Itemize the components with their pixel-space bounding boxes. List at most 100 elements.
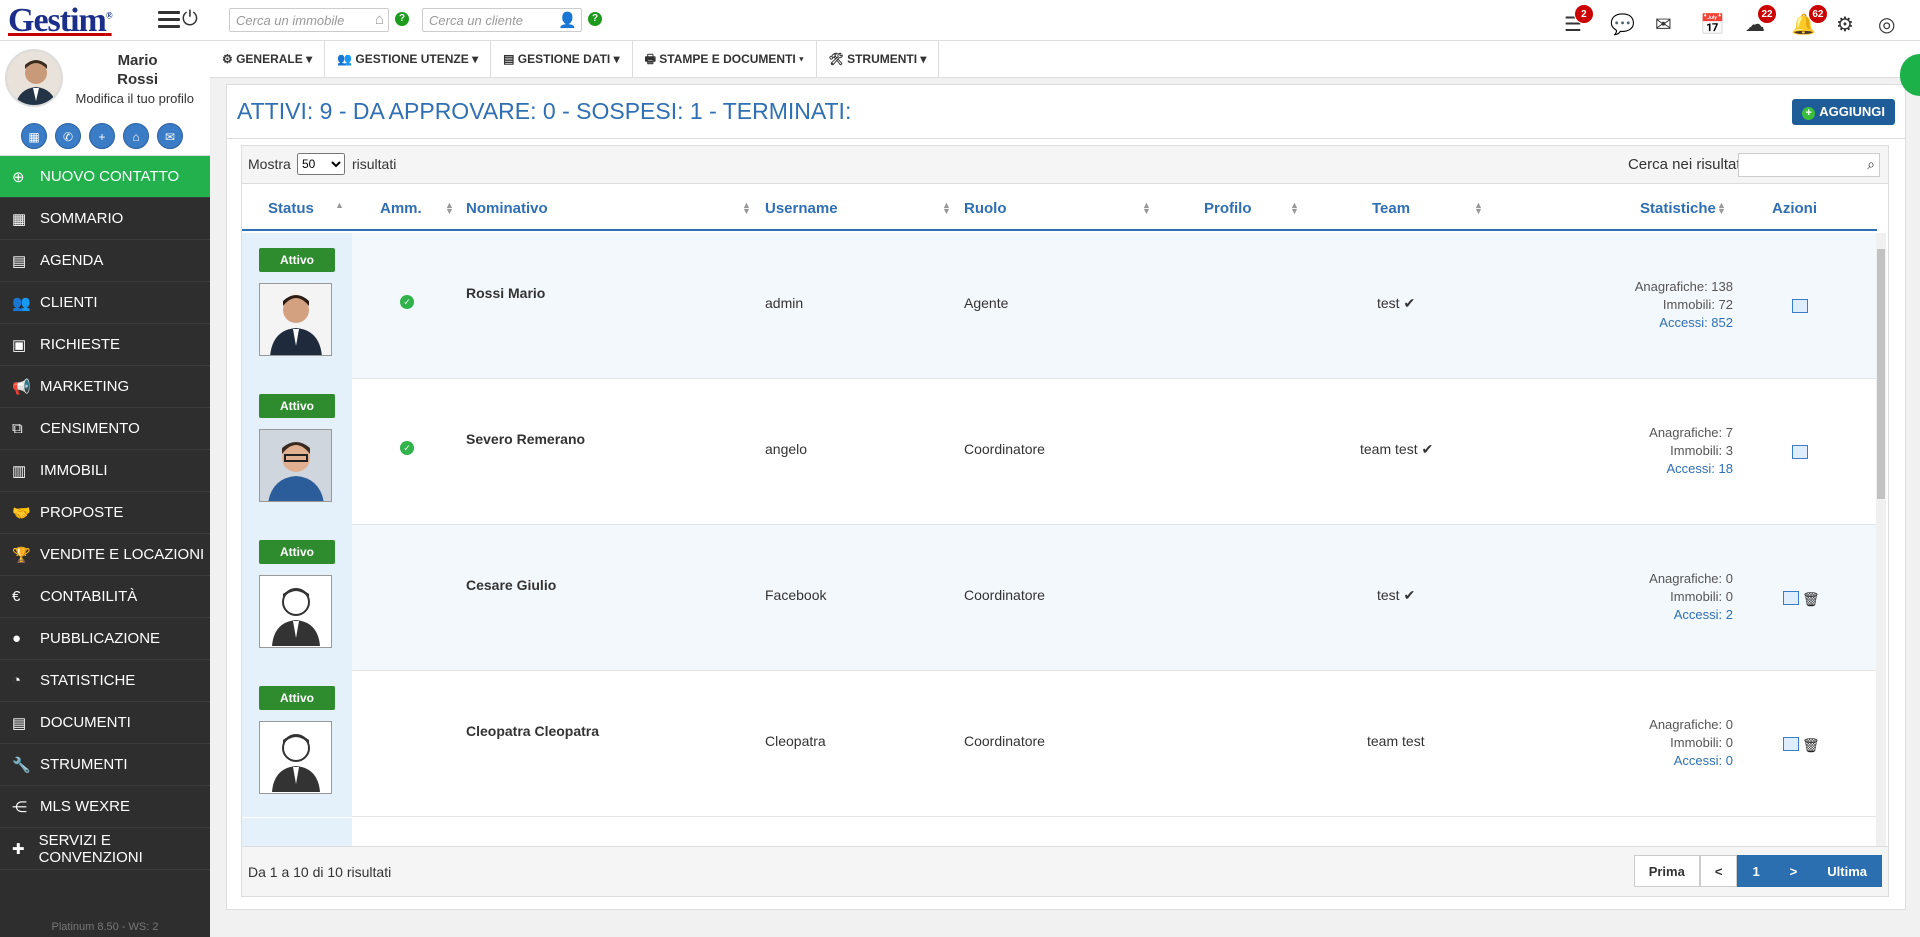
sidebar-item-contabilita[interactable]: € CONTABILITÀ	[0, 576, 210, 618]
sidebar-item-marketing[interactable]: 📢 MARKETING	[0, 366, 210, 408]
col-profilo[interactable]: Profilo	[1204, 200, 1252, 217]
sidebar-item-agenda[interactable]: ▤ AGENDA	[0, 240, 210, 282]
table-row[interactable]: Attivo ✓ Severo Remerano angelo Coordina…	[242, 379, 1877, 525]
col-team[interactable]: Team	[1372, 200, 1410, 217]
sidebar: Mario Rossi Modifica il tuo profilo ▦ ✆ +…	[0, 41, 210, 937]
archive-icon: ▤	[12, 714, 27, 732]
phone-icon[interactable]: ✆	[55, 123, 81, 149]
nav-gestione-dati[interactable]: ▤ GESTIONE DATI ▾	[491, 41, 633, 78]
sidebar-item-vendite[interactable]: 🏆 VENDITE E LOCAZIONI	[0, 534, 210, 576]
wrench-icon: 🔧	[12, 756, 31, 774]
sidebar-item-proposte[interactable]: 🤝 PROPOSTE	[0, 492, 210, 534]
page-size-select[interactable]: 50	[297, 153, 345, 175]
nav-generale[interactable]: ⚙ GENERALE ▾	[210, 41, 326, 78]
sidebar-item-censimento[interactable]: ⧉ CENSIMENTO	[0, 408, 210, 450]
accessi-link[interactable]: Accessi: 2	[1649, 606, 1733, 624]
cloud-icon[interactable]: ☁ 22	[1745, 4, 1777, 37]
mail-icon[interactable]: ✉	[1655, 12, 1672, 37]
home-icon[interactable]: ⌂	[123, 123, 149, 149]
col-nominativo[interactable]: Nominativo	[466, 200, 548, 217]
sidebar-item-immobili[interactable]: ▥ IMMOBILI	[0, 450, 210, 492]
sidebar-item-pubblicazione[interactable]: ● PUBBLICAZIONE	[0, 618, 210, 660]
sidebar-menu: ⊕ NUOVO CONTATTO ▦ SOMMARIO ▤ AGENDA 👥 CLIEN…	[0, 156, 210, 870]
sidebar-item-documenti[interactable]: ▤ DOCUMENTI	[0, 702, 210, 744]
accessi-link[interactable]: Accessi: 852	[1635, 314, 1733, 332]
table-row[interactable]: Attivo ✓ Rossi Mario admin Agente test ✔…	[242, 233, 1877, 379]
top-bar: Gestim® ⏻ Cerca un immobile ⌂ ? Cerca un …	[0, 0, 1920, 41]
plus-circle-icon: ⊕	[12, 168, 25, 186]
page-last-button[interactable]: Ultima	[1812, 855, 1882, 887]
sidebar-item-strumenti[interactable]: 🔧 STRUMENTI	[0, 744, 210, 786]
bell-icon[interactable]: 🔔 62	[1791, 4, 1828, 37]
nav-stampe-documenti[interactable]: 🖶 STAMPE E DOCUMENTI ▾	[633, 41, 817, 78]
add-button[interactable]: + AGGIUNGI	[1792, 99, 1895, 125]
search-property-input[interactable]: Cerca un immobile ⌂	[229, 8, 389, 32]
sidebar-item-richieste[interactable]: ▣ RICHIESTE	[0, 324, 210, 366]
nav-strumenti[interactable]: 🛠 STRUMENTI ▾	[817, 41, 940, 78]
user-photo	[259, 575, 332, 648]
table-row[interactable]: Attivo Cesare Giulio Facebook Coordinato…	[242, 525, 1877, 671]
calendar-icon[interactable]: 📅	[1700, 12, 1725, 37]
status-badge: Attivo	[259, 394, 335, 418]
sidebar-item-servizi[interactable]: ✚ SERVIZI E CONVENZIONI	[0, 828, 210, 870]
plus-icon: +	[1802, 107, 1816, 120]
sidebar-item-clienti[interactable]: 👥 CLIENTI	[0, 282, 210, 324]
page-first-button[interactable]: Prima	[1633, 855, 1700, 887]
calendar-icon[interactable]: ▦	[21, 123, 47, 149]
user-stats: Anagrafiche: 0 Immobili: 0 Accessi: 0	[1649, 717, 1733, 770]
user-name[interactable]: Rossi Mario	[466, 285, 545, 301]
menu-toggle-icon[interactable]	[158, 11, 180, 29]
user-photo	[259, 429, 332, 502]
support-icon[interactable]: ◎	[1878, 12, 1895, 37]
tasks-icon[interactable]: ☰ 2	[1564, 4, 1594, 37]
search-client-input[interactable]: Cerca un cliente 👤	[422, 8, 582, 32]
search-label: Cerca nei risultati:	[1627, 156, 1748, 173]
table-scrollbar[interactable]	[1876, 233, 1886, 847]
user-name[interactable]: Cleopatra Cleopatra	[466, 723, 599, 739]
mail-icon[interactable]: ✉	[157, 123, 183, 149]
trash-icon[interactable]: 🗑	[1802, 591, 1820, 608]
sidebar-item-sommario[interactable]: ▦ SOMMARIO	[0, 198, 210, 240]
sort-icon: ▲ ▼	[445, 200, 454, 216]
add-user-icon[interactable]: +	[89, 123, 115, 149]
page-1-button[interactable]: 1	[1737, 855, 1775, 887]
role: Coordinatore	[964, 733, 1045, 749]
table-row[interactable]: Attivo Cleopatra Cleopatra Cleopatra Coo…	[242, 671, 1877, 817]
avatar[interactable]	[5, 49, 63, 107]
edit-icon[interactable]	[1792, 445, 1808, 459]
sidebar-item-statistiche[interactable]: ◔ STATISTICHE	[0, 660, 210, 702]
edit-profile-link[interactable]: Modifica il tuo profilo	[76, 91, 195, 106]
team: team test	[1367, 733, 1425, 749]
help-icon[interactable]: ?	[395, 12, 409, 26]
col-statistiche[interactable]: Statistiche	[1640, 200, 1716, 217]
user-name[interactable]: Severo Remerano	[466, 431, 585, 447]
power-icon[interactable]: ⏻	[182, 8, 198, 31]
nav-gestione-utenze[interactable]: 👥 GESTIONE UTENZE ▾	[325, 41, 492, 78]
gestim-logo[interactable]: Gestim®	[8, 2, 113, 40]
sidebar-item-mls-wexre[interactable]: ⋲ MLS WEXRE	[0, 786, 210, 828]
table-search-input[interactable]: ⌕	[1738, 153, 1880, 177]
gear-icon[interactable]: ⚙	[1836, 12, 1854, 37]
col-username[interactable]: Username	[765, 200, 838, 217]
user-name[interactable]: Cesare Giulio	[466, 577, 556, 593]
table-footer: Da 1 a 10 di 10 risultati Prima < 1 > Ul…	[242, 846, 1888, 896]
help-icon[interactable]: ?	[588, 12, 602, 26]
col-status[interactable]: Status	[268, 200, 314, 217]
edit-icon[interactable]	[1792, 299, 1808, 313]
table-header: Status ▲ Amm. ▲ ▼ Nominativo ▲ ▼ Username ▲ ▼ R…	[242, 185, 1877, 231]
edit-icon[interactable]	[1783, 737, 1799, 751]
users-panel: ATTIVI: 9 - DA APPROVARE: 0 - SOSPESI: 1…	[226, 84, 1906, 910]
sidebar-item-nuovo-contatto[interactable]: ⊕ NUOVO CONTATTO	[0, 156, 210, 198]
edit-icon[interactable]	[1783, 591, 1799, 605]
page-next-button[interactable]: >	[1774, 855, 1813, 887]
col-ruolo[interactable]: Ruolo	[964, 200, 1007, 217]
trophy-icon: 🏆	[12, 546, 31, 564]
trash-icon[interactable]: 🗑	[1802, 737, 1820, 754]
search-icon: ⌕	[1867, 156, 1875, 172]
accessi-link[interactable]: Accessi: 0	[1649, 752, 1733, 770]
page-prev-button[interactable]: <	[1699, 855, 1738, 887]
chat-icon[interactable]: 💬	[1610, 12, 1635, 37]
users-icon: 👥	[12, 294, 31, 312]
col-amm[interactable]: Amm.	[380, 200, 422, 217]
accessi-link[interactable]: Accessi: 18	[1649, 460, 1733, 478]
